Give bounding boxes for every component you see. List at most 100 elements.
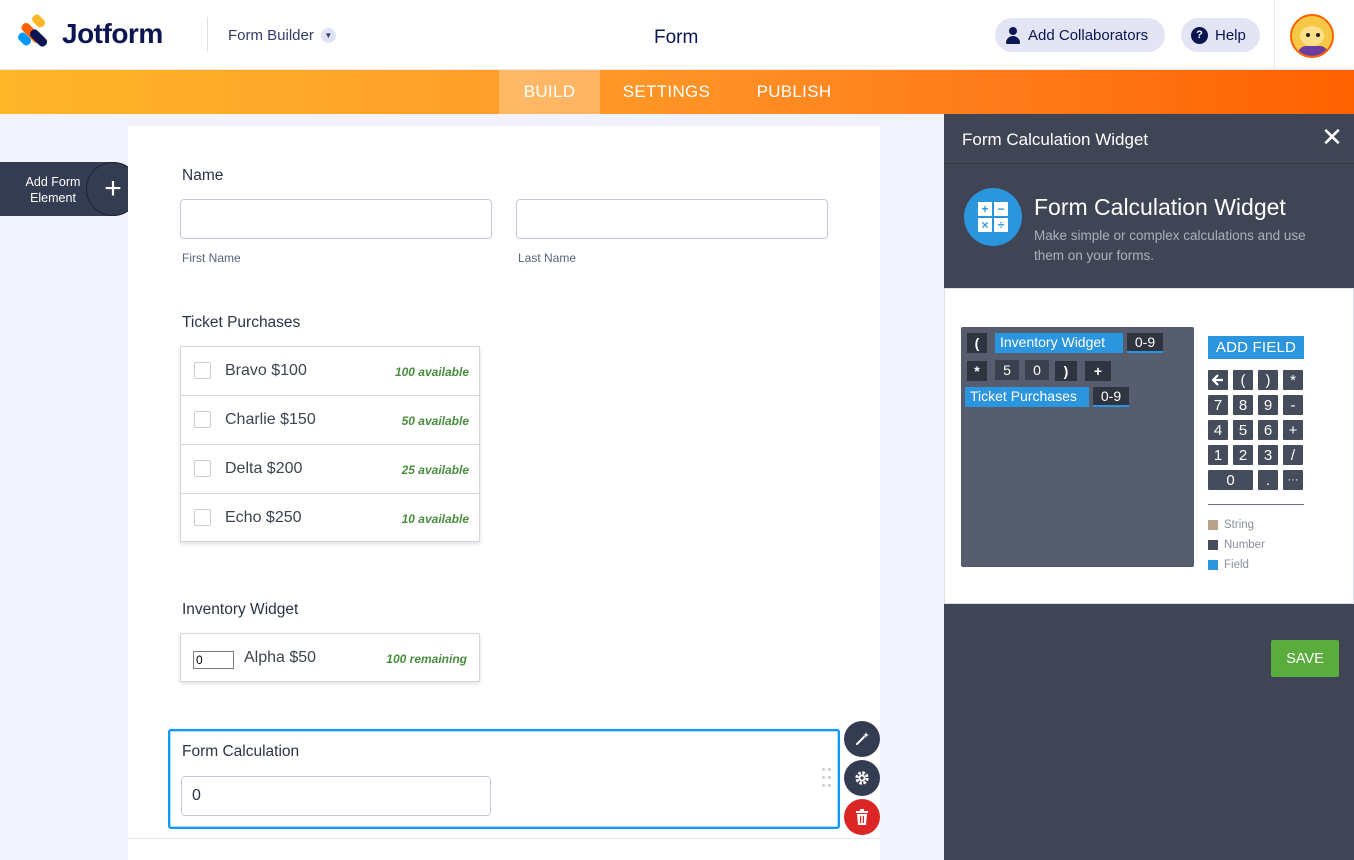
formula-area[interactable]: ( Inventory Widget 0-9 * 5 0 ) + Ticket … — [961, 327, 1194, 567]
add-form-element-button[interactable]: Add Form Element + — [0, 162, 140, 216]
ticket-checkbox[interactable] — [194, 460, 211, 477]
keypad-key[interactable]: . — [1258, 470, 1278, 490]
first-name-sublabel: First Name — [182, 251, 241, 265]
keypad-key[interactable]: 8 — [1233, 395, 1253, 415]
formula-range-token[interactable]: 0-9 — [1093, 387, 1129, 407]
top-header: Jotform Form Builder ▼ Form Add Collabor… — [0, 0, 1354, 70]
form-calculation-input[interactable]: 0 — [181, 776, 491, 816]
ticket-option[interactable]: Bravo $100 100 available — [181, 347, 479, 396]
inventory-quantity-input[interactable]: 0 — [193, 651, 234, 669]
add-form-element-label: Add Form Element — [25, 175, 81, 205]
ticket-name: Delta $200 — [225, 460, 303, 477]
jotform-logo-icon — [16, 12, 50, 50]
legend-number: Number — [1208, 539, 1265, 551]
add-field-button[interactable]: ADD FIELD — [1208, 336, 1304, 359]
keypad-key[interactable]: - — [1283, 395, 1303, 415]
ticket-name: Echo $250 — [225, 509, 302, 526]
wand-button[interactable] — [844, 721, 880, 757]
ticket-availability: 50 available — [401, 414, 469, 428]
delete-field-button[interactable] — [844, 799, 880, 835]
calculation-widget-panel: Form Calculation Widget ✕ + − × ÷ Form Calc… — [944, 114, 1354, 860]
builder-nav: BUILD SETTINGS PUBLISH — [0, 70, 1354, 114]
person-icon — [1005, 26, 1021, 44]
keypad-key[interactable]: 0 — [1208, 470, 1253, 490]
legend-field: Field — [1208, 559, 1249, 571]
legend-divider — [1208, 504, 1304, 505]
ticket-checkbox[interactable] — [194, 509, 211, 526]
formula-token[interactable]: 0 — [1025, 360, 1049, 380]
keypad-key[interactable]: / — [1283, 445, 1303, 465]
more-key[interactable]: ··· — [1283, 470, 1303, 490]
ticket-option[interactable]: Echo $250 10 available — [181, 494, 479, 543]
ticket-name: Bravo $100 — [225, 362, 307, 379]
add-collaborators-button[interactable]: Add Collaborators — [995, 18, 1165, 52]
chevron-down-icon: ▼ — [320, 28, 336, 43]
calculator-icon: + − × ÷ — [964, 188, 1022, 246]
brand-name: Jotform — [62, 18, 163, 49]
keypad-key[interactable]: 9 — [1258, 395, 1278, 415]
ticket-availability: 100 available — [394, 365, 469, 379]
tab-settings[interactable]: SETTINGS — [601, 70, 732, 114]
keypad-key[interactable]: 2 — [1233, 445, 1253, 465]
drag-handle-icon[interactable] — [822, 768, 834, 790]
formula-token[interactable]: ( — [967, 333, 987, 353]
canvas-divider — [128, 838, 880, 839]
first-name-input[interactable] — [180, 199, 492, 239]
inventory-widget-label: Inventory Widget — [182, 601, 299, 618]
keypad-key[interactable]: 6 — [1258, 420, 1278, 440]
last-name-sublabel: Last Name — [518, 251, 577, 265]
tab-publish[interactable]: PUBLISH — [734, 70, 854, 114]
header-separator — [1274, 0, 1275, 70]
trash-icon — [856, 809, 868, 825]
keypad-key[interactable]: 5 — [1233, 420, 1253, 440]
ticket-availability: 10 available — [401, 512, 469, 526]
arrow-left-icon — [1212, 374, 1223, 386]
formula-token[interactable]: 5 — [995, 360, 1019, 380]
widget-title: Form Calculation Widget — [1034, 194, 1286, 220]
formula-token[interactable]: + — [1085, 361, 1111, 381]
last-name-input[interactable] — [516, 199, 828, 239]
legend-string: String — [1208, 519, 1254, 531]
backspace-key[interactable] — [1208, 370, 1228, 390]
ticket-option[interactable]: Delta $200 25 available — [181, 445, 479, 494]
form-builder-label: Form Builder — [228, 27, 314, 44]
form-builder-dropdown[interactable]: Form Builder ▼ — [228, 27, 336, 44]
add-collaborators-label: Add Collaborators — [1028, 26, 1149, 44]
avatar[interactable] — [1290, 14, 1334, 58]
keypad-key[interactable]: 4 — [1208, 420, 1228, 440]
formula-token[interactable]: * — [967, 361, 987, 381]
form-calculation-label: Form Calculation — [182, 743, 300, 760]
gear-icon — [855, 771, 869, 785]
formula-token[interactable]: ) — [1055, 361, 1077, 381]
tab-build[interactable]: BUILD — [499, 70, 600, 114]
keypad-key[interactable]: 7 — [1208, 395, 1228, 415]
keypad-key[interactable]: ( — [1233, 370, 1253, 390]
form-calculation-field[interactable]: Form Calculation 0 — [168, 729, 840, 829]
close-icon[interactable]: ✕ — [1320, 124, 1344, 150]
form-title[interactable]: Form — [654, 27, 698, 49]
formula-field-token[interactable]: Inventory Widget — [995, 333, 1123, 353]
keypad-key[interactable]: 1 — [1208, 445, 1228, 465]
panel-title: Form Calculation Widget — [962, 130, 1149, 149]
keypad-key[interactable]: * — [1283, 370, 1303, 390]
ticket-checkbox[interactable] — [194, 411, 211, 428]
keypad-key[interactable]: ) — [1258, 370, 1278, 390]
inventory-item-name: Alpha $50 — [244, 649, 317, 666]
question-icon: ? — [1191, 26, 1208, 44]
help-button[interactable]: ? Help — [1181, 18, 1260, 52]
field-settings-button[interactable] — [844, 760, 880, 796]
jotform-logo[interactable]: Jotform — [16, 12, 163, 50]
save-button[interactable]: SAVE — [1271, 640, 1339, 677]
keypad-key[interactable]: 3 — [1258, 445, 1278, 465]
formula-range-token[interactable]: 0-9 — [1127, 333, 1163, 353]
help-label: Help — [1215, 26, 1246, 44]
formula-editor: ( Inventory Widget 0-9 * 5 0 ) + Ticket … — [944, 288, 1354, 604]
keypad-key[interactable]: + — [1283, 420, 1303, 440]
form-canvas: Name First Name Last Name Ticket Purchas… — [128, 126, 880, 860]
ticket-option[interactable]: Charlie $150 50 available — [181, 396, 479, 445]
magic-wand-icon — [856, 732, 869, 745]
ticket-availability: 25 available — [401, 463, 469, 477]
ticket-checkbox[interactable] — [194, 362, 211, 379]
formula-field-token[interactable]: Ticket Purchases — [965, 387, 1089, 407]
name-label: Name — [182, 167, 224, 184]
